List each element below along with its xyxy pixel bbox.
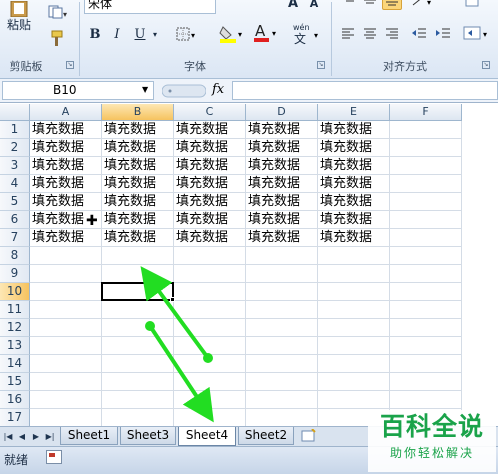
format-painter-icon[interactable] [44, 30, 66, 48]
align-right-icon[interactable] [384, 25, 400, 41]
status-text: 就绪 [4, 453, 29, 467]
tab-sheet1[interactable]: Sheet1 [60, 427, 118, 445]
svg-text:A: A [255, 22, 266, 40]
align-top-icon[interactable] [342, 0, 358, 8]
font-launcher-icon[interactable]: ↘ [317, 61, 325, 69]
align-middle-icon[interactable] [362, 0, 378, 8]
alignment-launcher-icon[interactable]: ↘ [482, 61, 490, 69]
borders-icon[interactable]: ▾ [174, 25, 200, 43]
clipboard-launcher-icon[interactable]: ↘ [66, 61, 74, 69]
annotation-arrow-up [140, 266, 213, 363]
align-left-icon[interactable] [340, 25, 356, 41]
svg-text:▾: ▾ [238, 30, 242, 39]
align-bottom-icon[interactable] [382, 0, 402, 10]
name-box-dropdown-icon[interactable]: ▼ [142, 85, 148, 94]
copy-icon[interactable]: ▾ [44, 4, 72, 20]
paste-button[interactable]: 粘贴 [4, 16, 34, 32]
font-name-field[interactable]: 宋体 [84, 0, 216, 14]
formula-input[interactable] [232, 81, 498, 100]
name-box[interactable]: B10 [2, 81, 154, 100]
font-color-icon[interactable]: A ▾ [252, 22, 280, 44]
watermark: 百科全说 助你轻松解决 [368, 410, 496, 472]
alignment-group-label: 对齐方式 [383, 60, 427, 73]
svg-text:▾: ▾ [63, 10, 67, 19]
grow-font-icon[interactable]: A [285, 0, 301, 11]
clipboard-group-label: 剪贴板 [9, 60, 43, 73]
insert-sheet-icon[interactable] [298, 428, 320, 444]
svg-text:▾: ▾ [483, 30, 487, 39]
annotation-arrow-down [145, 321, 214, 423]
tab-sheet4[interactable]: Sheet4 [178, 427, 236, 446]
svg-text:▾: ▾ [272, 29, 276, 38]
shrink-font-icon[interactable]: A [306, 0, 322, 10]
ribbon: 粘贴 ▾ 剪贴板 ↘ 宋体 A A B I U ▾ ▾ ▾ A ▾ wén 文 ▾ 字… [0, 0, 498, 79]
increase-indent-icon[interactable] [434, 25, 452, 41]
formula-bar-splitter[interactable] [162, 84, 206, 98]
svg-text:▾: ▾ [314, 31, 318, 40]
macro-record-icon[interactable] [46, 450, 62, 464]
orientation-icon[interactable]: ▾ [410, 0, 438, 8]
annotation-arrows [140, 266, 214, 423]
tab-sheet2[interactable]: Sheet2 [238, 427, 294, 445]
wrap-text-icon[interactable] [464, 0, 480, 8]
svg-text:▾: ▾ [427, 0, 431, 7]
prev-sheet-icon[interactable]: ◀ [16, 430, 28, 443]
insert-function-icon[interactable]: fx [212, 82, 224, 97]
watermark-title: 百科全说 [379, 412, 484, 441]
worksheet-grid[interactable]: ABCDEF 1 填充数据 填充数据 填充数据 填充数据 填充数据 2 填充数据 填充数据 填充数… [0, 104, 498, 426]
first-sheet-icon[interactable]: |◀ [2, 430, 14, 443]
formula-bar: B10 ▼ fx [0, 79, 498, 103]
last-sheet-icon[interactable]: ▶| [44, 430, 56, 443]
merge-center-icon[interactable]: ▾ [462, 24, 492, 42]
decrease-indent-icon[interactable] [410, 25, 428, 41]
watermark-subtitle: 助你轻松解决 [389, 446, 474, 460]
phonetic-icon[interactable]: wén 文 ▾ [290, 22, 324, 46]
tab-sheet3[interactable]: Sheet3 [120, 427, 176, 445]
bold-button[interactable]: B [86, 25, 104, 43]
fill-color-icon[interactable]: ▾ [218, 24, 246, 44]
align-center-icon[interactable] [362, 25, 378, 41]
next-sheet-icon[interactable]: ▶ [30, 430, 42, 443]
font-group-label: 字体 [184, 60, 206, 73]
svg-text:▾: ▾ [191, 31, 195, 40]
svg-text:文: 文 [294, 31, 306, 46]
underline-dropdown-icon[interactable]: ▾ [150, 27, 160, 41]
svg-text:wén: wén [293, 22, 310, 32]
italic-button[interactable]: I [108, 25, 126, 43]
underline-button[interactable]: U [131, 25, 149, 43]
